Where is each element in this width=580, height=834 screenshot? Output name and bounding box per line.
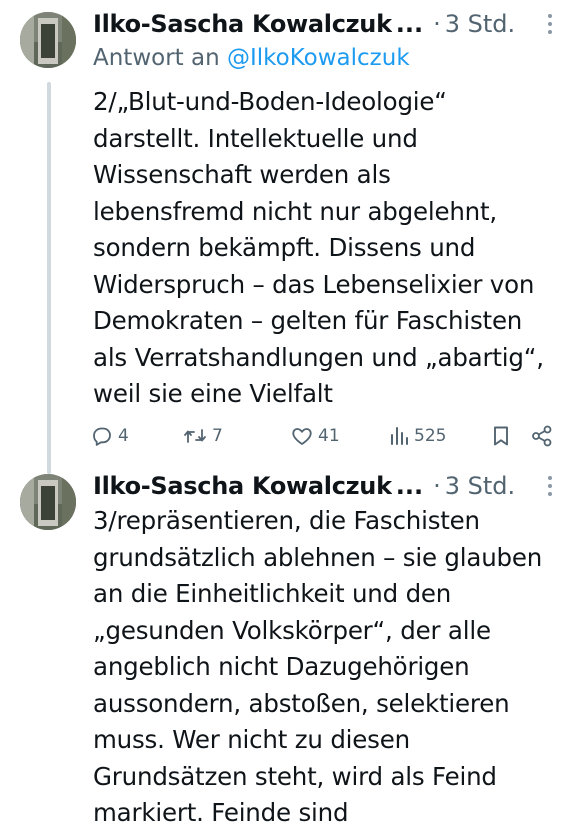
tweet-header: Ilko-Sascha Kowalczuk ... · 3 Std.: [93, 470, 560, 502]
bookmark-button[interactable]: [490, 421, 512, 451]
heart-icon: [292, 428, 312, 445]
tweet-1[interactable]: Ilko-Sascha Kowalczuk ... · 3 Std. Antwo…: [0, 0, 580, 460]
action-bar: 4 7 41 525: [90, 421, 556, 451]
like-button[interactable]: 41: [290, 421, 340, 451]
more-dots-icon[interactable]: [540, 472, 560, 500]
reply-button[interactable]: 4: [90, 421, 129, 451]
author-name[interactable]: Ilko-Sascha Kowalczuk: [93, 472, 392, 500]
bookmark-icon: [494, 426, 508, 446]
text-line: markiert. Feinde sind: [93, 798, 349, 827]
text-line: angeblich nicht Dazugehörigen: [93, 652, 470, 681]
separator-dot: ·: [433, 10, 441, 38]
text-line: sondern bekämpft. Dissens und: [93, 233, 476, 262]
like-count: 41: [318, 426, 340, 446]
text-line: 2/„Blut-und-Boden-Ideologie“: [93, 87, 447, 116]
comment-icon: [93, 427, 111, 446]
author-ellipsis: ...: [395, 472, 424, 500]
text-line: als Verratshandlungen und „abartig“,: [93, 342, 544, 372]
text-line: an die Einheitlichkeit und den: [93, 579, 452, 608]
timestamp[interactable]: 3 Std.: [445, 472, 515, 500]
text-line: aussondern, abstoßen, selektieren: [93, 688, 510, 718]
share-button[interactable]: [530, 421, 554, 451]
text-line: Demokraten – gelten für Faschisten: [93, 306, 523, 335]
more-dots-icon[interactable]: [540, 10, 560, 38]
retweet-icon: [184, 429, 206, 443]
text-line: Grundsätzen steht, wird als Feind: [93, 761, 497, 791]
tweet-2[interactable]: Ilko-Sascha Kowalczuk ... · 3 Std. 3/rep…: [0, 468, 580, 834]
text-line: Wissenschaft werden als: [93, 160, 391, 189]
text-line: 3/repräsentieren, die Faschisten: [93, 506, 480, 535]
author-name[interactable]: Ilko-Sascha Kowalczuk: [93, 10, 392, 38]
share-icon: [532, 425, 552, 447]
text-line: lebensfremd nicht nur abgelehnt,: [93, 196, 497, 226]
text-line: grundsätzlich ablehnen – sie glauben: [93, 542, 543, 572]
tweet-text: 3/repräsentieren, die Faschisten grundsä…: [93, 503, 563, 832]
reply-prefix: Antwort an: [93, 45, 220, 71]
text-line: Widerspruch – das Lebenselixier von: [93, 269, 535, 299]
retweet-button[interactable]: 7: [182, 421, 223, 451]
timestamp[interactable]: 3 Std.: [445, 10, 515, 38]
reply-to-line: Antwort an @IlkoKowalczuk: [93, 45, 410, 71]
text-line: „gesunden Volkskörper“, der alle: [93, 615, 491, 645]
views-chart-icon: [391, 427, 408, 445]
reply-count: 4: [118, 426, 129, 446]
reply-handle-link[interactable]: @IlkoKowalczuk: [227, 45, 410, 71]
avatar[interactable]: [20, 474, 76, 530]
avatar[interactable]: [20, 12, 76, 68]
views-button[interactable]: 525: [388, 421, 446, 451]
text-line: darstellt. Intellektuelle und: [93, 123, 418, 153]
text-line: weil sie eine Vielfalt: [93, 379, 333, 408]
separator-dot: ·: [433, 472, 441, 500]
views-count: 525: [414, 426, 447, 446]
text-line: muss. Wer nicht zu diesen: [93, 725, 410, 754]
tweet-header: Ilko-Sascha Kowalczuk ... · 3 Std.: [93, 8, 560, 40]
retweet-count: 7: [212, 426, 223, 446]
author-ellipsis: ...: [395, 10, 424, 38]
tweet-text: 2/„Blut-und-Boden-Ideologie“ darstellt. …: [93, 84, 563, 413]
